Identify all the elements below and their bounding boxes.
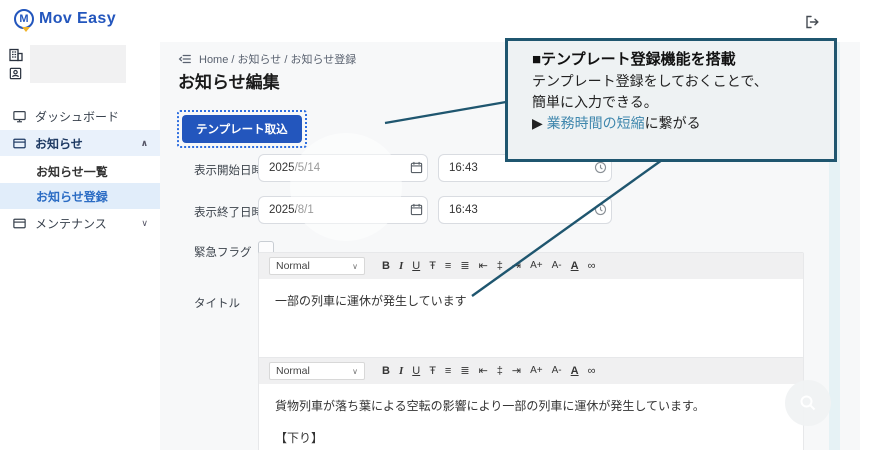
template-import-highlight: テンプレート取込 bbox=[177, 110, 307, 148]
sidebar-item-label: お知らせ bbox=[35, 135, 83, 152]
body-editor-content[interactable]: 貨物列車が落ち葉による空転の影響により一部の列車に運休が発生しています。 【下り… bbox=[259, 384, 803, 450]
sidebar-item-label: お知らせ一覧 bbox=[36, 163, 108, 180]
text-color-button[interactable]: A bbox=[571, 366, 579, 377]
underline-button[interactable]: U bbox=[412, 261, 420, 272]
sidebar-item-notice-list[interactable]: お知らせ一覧 bbox=[0, 158, 160, 184]
sidebar-item-label: メンテナンス bbox=[35, 215, 107, 232]
display-end-label: 表示終了日時 bbox=[194, 204, 263, 220]
chevron-up-icon[interactable]: ∧ bbox=[141, 138, 148, 149]
outdent-button[interactable]: ⇤ bbox=[479, 366, 488, 377]
paragraph-style-value: Normal bbox=[276, 260, 310, 272]
breadcrumb-path: Home / お知らせ / お知らせ登録 bbox=[199, 51, 356, 67]
end-time-input[interactable] bbox=[438, 196, 612, 224]
urgent-flag-label: 緊急フラグ bbox=[194, 244, 252, 260]
sidebar-item-notice[interactable]: お知らせ ∧ bbox=[0, 130, 160, 156]
display-start-label: 表示開始日時 bbox=[194, 162, 263, 178]
rich-text-toolbar: Normal ∨ B I U Ŧ ≡ ≣ ⇤ ‡ ⇥ A+ A- A ∞ bbox=[259, 253, 803, 279]
company-name-redacted bbox=[30, 45, 126, 83]
line-spacing-button[interactable]: ‡ bbox=[497, 366, 503, 377]
maintenance-icon bbox=[12, 216, 27, 231]
indent-button[interactable]: ⇥ bbox=[512, 261, 521, 272]
bold-button[interactable]: B bbox=[382, 261, 390, 272]
bullet-list-button[interactable]: ≡ bbox=[445, 261, 451, 272]
callout-line: ▶ 業務時間の短縮に繋がる bbox=[532, 113, 826, 134]
text-color-button[interactable]: A bbox=[571, 261, 579, 272]
logo-mark-icon: M bbox=[14, 9, 34, 29]
annotation-callout: ■テンプレート登録機能を搭載 テンプレート登録をしておくことで、 簡単に入力でき… bbox=[505, 38, 837, 162]
outdent-button[interactable]: ⇤ bbox=[479, 261, 488, 272]
indent-button[interactable]: ⇥ bbox=[512, 366, 521, 377]
body-line: 【下り】 bbox=[275, 429, 787, 447]
user-badge-icon bbox=[8, 66, 23, 81]
title-label: タイトル bbox=[194, 295, 240, 311]
body-line: 貨物列車が落ち葉による空転の影響により一部の列車に運休が発生しています。 bbox=[275, 397, 787, 415]
ordered-list-button[interactable]: ≣ bbox=[460, 261, 469, 272]
end-date-input[interactable] bbox=[258, 196, 428, 224]
font-increase-button[interactable]: A+ bbox=[530, 366, 543, 376]
font-decrease-button[interactable]: A- bbox=[552, 366, 562, 376]
rich-text-toolbar: Normal ∨ B I U Ŧ ≡ ≣ ⇤ ‡ ⇥ A+ A- A ∞ bbox=[259, 358, 803, 384]
title-editor-content[interactable]: 一部の列車に運休が発生しています bbox=[259, 279, 803, 323]
logo-text: Mov Easy bbox=[39, 10, 116, 28]
chevron-down-icon[interactable]: ∨ bbox=[141, 218, 148, 229]
breadcrumb[interactable]: Home / お知らせ / お知らせ登録 bbox=[178, 51, 356, 67]
paragraph-style-value: Normal bbox=[276, 365, 310, 377]
bold-button[interactable]: B bbox=[382, 366, 390, 377]
callout-line: 簡単に入力できる。 bbox=[532, 92, 826, 113]
top-header: M Mov Easy bbox=[0, 0, 887, 42]
bullet-list-button[interactable]: ≡ bbox=[445, 366, 451, 377]
strikethrough-button[interactable]: Ŧ bbox=[429, 366, 436, 377]
ordered-list-button[interactable]: ≣ bbox=[460, 366, 469, 377]
underline-button[interactable]: U bbox=[412, 366, 420, 377]
logout-icon[interactable] bbox=[804, 14, 820, 30]
paragraph-style-select[interactable]: Normal ∨ bbox=[269, 257, 365, 275]
callout-suffix: に繋がる bbox=[645, 115, 701, 131]
chevron-down-icon: ∨ bbox=[352, 262, 358, 271]
sidebar-item-dashboard[interactable]: ダッシュボード bbox=[0, 103, 160, 129]
organization-icon bbox=[8, 47, 24, 63]
chevron-down-icon: ∨ bbox=[352, 367, 358, 376]
app-logo: M Mov Easy bbox=[14, 9, 116, 29]
breadcrumb-back-icon bbox=[178, 52, 192, 66]
dashboard-icon bbox=[12, 109, 27, 124]
callout-arrow: ▶ bbox=[532, 115, 547, 131]
font-decrease-button[interactable]: A- bbox=[552, 261, 562, 271]
page-title: お知らせ編集 bbox=[178, 68, 280, 93]
strikethrough-button[interactable]: Ŧ bbox=[429, 261, 436, 272]
sidebar: ダッシュボード お知らせ ∧ お知らせ一覧 お知らせ登録 メンテナンス ∨ bbox=[0, 42, 160, 450]
notice-icon bbox=[12, 136, 27, 151]
start-date-input[interactable] bbox=[258, 154, 428, 182]
italic-button[interactable]: I bbox=[399, 366, 403, 377]
sidebar-item-notice-register[interactable]: お知らせ登録 bbox=[0, 183, 160, 209]
sidebar-item-label: お知らせ登録 bbox=[36, 188, 108, 205]
line-spacing-button[interactable]: ‡ bbox=[497, 261, 503, 272]
paragraph-style-select[interactable]: Normal ∨ bbox=[269, 362, 365, 380]
italic-button[interactable]: I bbox=[399, 261, 403, 272]
sidebar-item-maintenance[interactable]: メンテナンス ∨ bbox=[0, 210, 160, 236]
app-window: M Mov Easy bbox=[0, 0, 887, 462]
body-editor: Normal ∨ B I U Ŧ ≡ ≣ ⇤ ‡ ⇥ A+ A- A ∞ 貨物列… bbox=[258, 357, 804, 450]
callout-highlight-text: 業務時間の短縮 bbox=[547, 115, 645, 131]
link-button[interactable]: ∞ bbox=[588, 261, 596, 272]
callout-title: ■テンプレート登録機能を搭載 bbox=[532, 49, 826, 71]
template-import-button[interactable]: テンプレート取込 bbox=[182, 115, 302, 143]
link-button[interactable]: ∞ bbox=[588, 366, 596, 377]
font-increase-button[interactable]: A+ bbox=[530, 261, 543, 271]
callout-line: テンプレート登録をしておくことで、 bbox=[532, 71, 826, 92]
sidebar-item-label: ダッシュボード bbox=[35, 108, 119, 125]
